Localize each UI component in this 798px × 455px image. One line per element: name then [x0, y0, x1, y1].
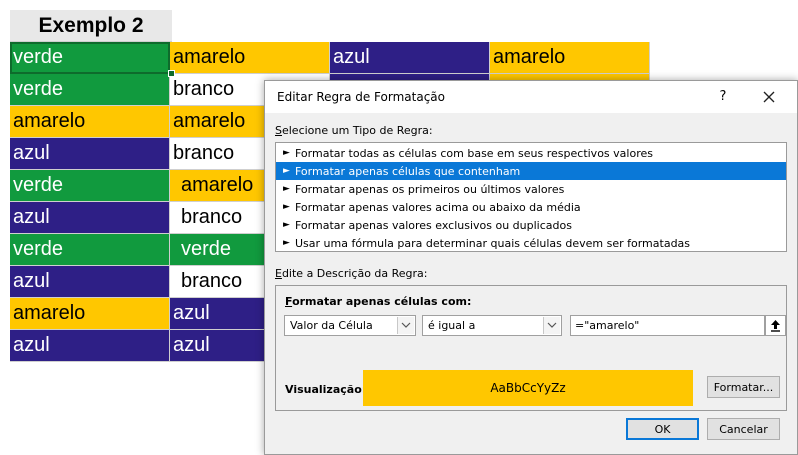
rule-type-list[interactable]: ► Formatar todas as células com base em s… [275, 142, 787, 252]
sheet-cell[interactable]: azul [10, 202, 170, 234]
rule-type-item[interactable]: ► Formatar apenas valores acima ou abaixo… [276, 198, 786, 216]
dialog-title: Editar Regra de Formatação [277, 90, 445, 104]
rule-type-label-text: Formatar apenas células que contenham [295, 164, 521, 178]
arrow-right-icon: ► [283, 238, 290, 248]
close-icon [763, 91, 775, 103]
rule-type-item[interactable]: ► Formatar apenas valores exclusivos ou d… [276, 216, 786, 234]
sheet-cell[interactable]: amarelo [10, 106, 170, 138]
rule-type-label: Selecione um Tipo de Regra: [275, 124, 433, 137]
sheet-cell[interactable]: amarelo [170, 42, 330, 74]
fill-handle[interactable] [168, 70, 175, 77]
format-only-cells-with-label: Formatar apenas células com: [285, 295, 472, 308]
operator-select[interactable]: é igual a [422, 315, 562, 336]
sheet-cell[interactable]: azul [330, 42, 490, 74]
range-select-icon [771, 320, 780, 332]
rule-type-item[interactable]: ► Formatar apenas os primeiros ou últimos… [276, 180, 786, 198]
arrow-right-icon: ► [283, 148, 290, 158]
help-button[interactable]: ? [713, 87, 733, 107]
chevron-down-icon [397, 317, 414, 334]
sheet-cell[interactable]: verde [10, 170, 170, 202]
ok-button[interactable]: OK [626, 418, 699, 440]
sheet-cell[interactable]: azul [10, 266, 170, 298]
edit-formatting-rule-dialog: Editar Regra de Formatação ? Selecione u… [264, 80, 798, 455]
rule-type-item[interactable]: ► Formatar todas as células com base em s… [276, 144, 786, 162]
cancel-button[interactable]: Cancelar [707, 418, 780, 440]
rule-type-item[interactable]: ► Formatar apenas células que contenham [276, 162, 786, 180]
dialog-titlebar: Editar Regra de Formatação ? [265, 81, 797, 113]
rule-type-label-text: Formatar todas as células com base em se… [295, 146, 653, 160]
sheet-cell[interactable]: azul [10, 330, 170, 362]
chevron-down-icon [543, 317, 560, 334]
sheet-row: verde amarelo azul amarelo [10, 42, 650, 74]
sheet-cell[interactable]: verde [10, 234, 170, 266]
rule-type-label-text: Formatar apenas valores acima ou abaixo … [295, 200, 581, 214]
format-button[interactable]: Formatar... [707, 376, 780, 398]
condition-type-select[interactable]: Valor da Célula [284, 315, 416, 336]
sheet-cell[interactable]: verde [10, 42, 170, 74]
rule-type-label-text: Formatar apenas valores exclusivos ou du… [295, 218, 572, 232]
collapse-dialog-button[interactable] [765, 315, 786, 336]
sheet-title-cell[interactable]: Exemplo 2 [10, 10, 172, 42]
value-input[interactable]: ="amarelo" [570, 315, 765, 336]
close-button[interactable] [757, 86, 781, 108]
sheet-cell[interactable]: verde [10, 74, 170, 106]
rule-type-item[interactable]: ► Usar uma fórmula para determinar quais … [276, 234, 786, 252]
rule-description-panel: Formatar apenas células com: Valor da Cé… [275, 285, 787, 411]
arrow-right-icon: ► [283, 184, 290, 194]
sheet-cell[interactable]: amarelo [10, 298, 170, 330]
arrow-right-icon: ► [283, 202, 290, 212]
format-preview: AaBbCcYyZz [363, 370, 693, 406]
sheet-cell[interactable]: azul [10, 138, 170, 170]
arrow-right-icon: ► [283, 166, 290, 176]
rule-type-label-text: Formatar apenas os primeiros ou últimos … [295, 182, 565, 196]
sheet-cell[interactable]: amarelo [490, 42, 650, 74]
arrow-right-icon: ► [283, 220, 290, 230]
rule-description-label: Edite a Descrição da Regra: [275, 267, 428, 280]
preview-label: Visualização: [285, 383, 367, 396]
rule-type-label-text: Usar uma fórmula para determinar quais c… [295, 236, 691, 250]
